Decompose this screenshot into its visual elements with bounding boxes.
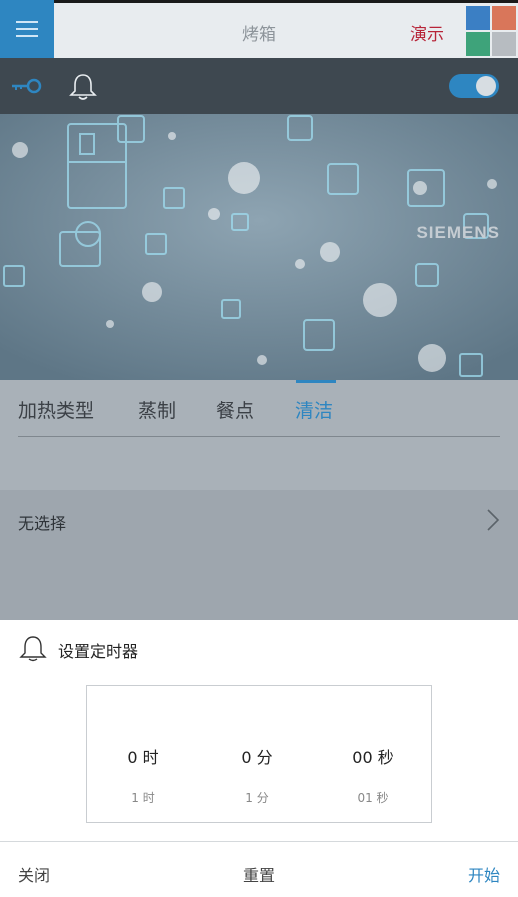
bell-icon[interactable] xyxy=(68,72,98,100)
hero-image xyxy=(0,114,518,380)
seconds-next[interactable]: 01 秒 xyxy=(323,789,423,806)
selection-label: 无选择 xyxy=(18,514,67,533)
tab-meals[interactable]: 餐点 xyxy=(216,396,254,423)
app-tiles-icon[interactable] xyxy=(466,6,516,56)
start-button[interactable]: 开始 xyxy=(468,862,500,886)
tab-heating-type[interactable]: 加热类型 xyxy=(18,396,94,423)
tab-cleaning[interactable]: 清洁 xyxy=(295,396,333,423)
reset-button[interactable]: 重置 xyxy=(243,862,275,886)
bell-icon xyxy=(19,636,47,662)
status-bar xyxy=(0,0,518,3)
key-icon[interactable] xyxy=(10,76,44,96)
demo-label[interactable]: 演示 xyxy=(410,20,444,45)
minutes-wheel[interactable]: 0 分 xyxy=(207,744,307,768)
hours-wheel[interactable]: 0 时 xyxy=(93,744,193,768)
appliance-pattern xyxy=(0,114,518,380)
tabs-divider xyxy=(18,436,500,437)
brand-logo: SIEMENS xyxy=(416,223,500,242)
chevron-right-icon xyxy=(487,509,500,531)
tab-steam[interactable]: 蒸制 xyxy=(138,396,176,423)
program-selection-row[interactable] xyxy=(0,490,518,620)
close-button[interactable]: 关闭 xyxy=(18,862,50,886)
seconds-wheel[interactable]: 00 秒 xyxy=(323,744,423,768)
tab-indicator xyxy=(296,380,336,383)
toggle-knob xyxy=(476,76,496,96)
timer-title: 设置定时器 xyxy=(58,642,139,661)
minutes-next[interactable]: 1 分 xyxy=(207,789,307,806)
actions-divider xyxy=(0,841,518,842)
hours-next[interactable]: 1 时 xyxy=(93,789,193,806)
